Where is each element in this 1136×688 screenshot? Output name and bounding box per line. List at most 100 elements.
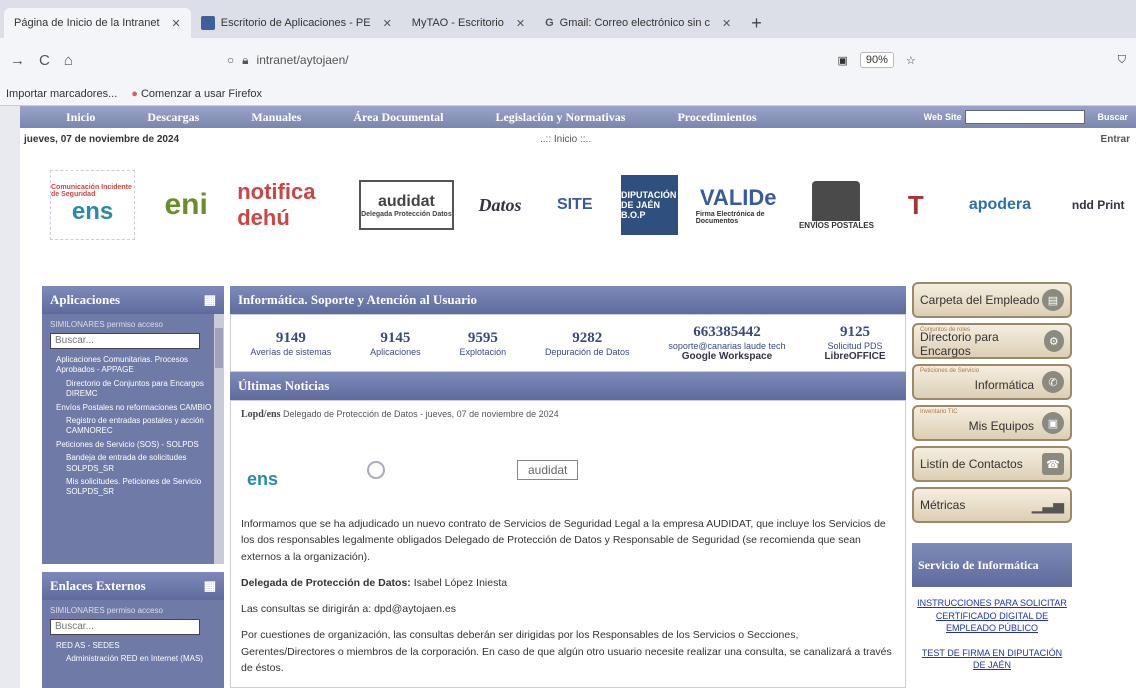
bookmark-star-icon[interactable]: ☆ [906,54,916,67]
support-icon: ✆ [1042,371,1064,393]
enlaces-search-input[interactable]: Buscar... [50,619,200,635]
apps-scrollbar[interactable] [214,314,224,564]
left-sidebar: Aplicaciones ▦ SIMILONARES permiso acces… [42,286,224,688]
tree-item[interactable]: Directorio de Conjuntos para Encargos DI… [66,379,218,400]
directorio-encargos-button[interactable]: Conjuntos de roles Directorio para Encar… [912,323,1072,359]
favicon-icon [200,16,215,30]
stat-aplicaciones[interactable]: 9145 Aplicaciones [370,330,421,357]
home-icon[interactable]: ⌂ [64,52,73,69]
pocket-icon[interactable]: ⛉ [1118,54,1126,67]
right-column: Carpeta del Empleado ▤ Conjuntos de role… [912,282,1082,688]
shield-icon: ○ [226,53,235,67]
certificado-digital-link[interactable]: INSTRUCCIONES PARA SOLICITAR CERTIFICADO… [916,597,1068,635]
eni-logo[interactable]: eni [153,188,219,222]
tab-label: Escritorio de Aplicaciones - PE [220,17,371,29]
tree-item[interactable]: Bandeja de entrada de solicitudes SOLPDS… [66,453,218,474]
menu-item-procedimientos[interactable]: Procedimientos [651,110,782,125]
close-icon[interactable]: ✕ [722,17,731,30]
menu-item-area-documental[interactable]: Área Documental [327,110,469,125]
browser-nav-bar: → C ⌂ ○ 🔒︎ intranet/aytojaen/ ▣ 90% ☆ ⛉ [0,38,1136,82]
site-logo[interactable]: SITE [546,196,603,214]
rss-icon[interactable]: ▦ [204,578,216,594]
news-byline: Delegado de Protección de Datos - jueves… [282,409,559,419]
reader-view-icon[interactable]: ▣ [837,54,847,67]
menu-item-inicio[interactable]: Inicio [40,110,121,125]
inicio-link[interactable]: ..:: Inicio ::.. [540,134,591,145]
enlaces-label: SIMILONARES permiso acceso [50,606,163,615]
representantes-logo[interactable]: T [892,190,939,221]
apodera-logo[interactable]: apodera [957,196,1042,214]
tab-label: Gmail: Correo electrónico sin c [559,17,711,29]
carpeta-empleado-button[interactable]: Carpeta del Empleado ▤ [912,282,1072,318]
close-icon[interactable]: ✕ [383,17,392,30]
google-icon: G [545,17,554,29]
news-logos: ens audidat [247,450,895,490]
stat-google-workspace[interactable]: 663385442 soporte@canarias laude tech Go… [668,324,785,362]
tree-item[interactable]: RED AS - SEDES [56,641,218,651]
valide-logo[interactable]: VALIDe Firma Electrónica de Documentos [696,185,781,225]
tab-gmail[interactable]: G Gmail: Correo electrónico sin c ✕ [535,8,741,38]
tree-item[interactable]: Aplicaciones Comunitarias. Procesos Apro… [56,355,218,376]
metricas-button[interactable]: Métricas ▁▃▅ [912,487,1072,523]
tab-label: Página de Inicio de la Intranet [14,17,160,29]
equipment-icon: ▣ [1042,412,1064,434]
stat-libreoffice[interactable]: 9125 Solicitud PDS LibreOFFICE [824,324,885,362]
site-search-input[interactable] [965,110,1086,124]
url-bar[interactable]: ○ 🔒︎ intranet/aytojaen/ [227,45,824,75]
news-header: Últimas Noticias [230,372,906,400]
tree-item[interactable]: Envíos Postales no reformaciones CAMBIO [56,403,218,413]
bookmark-import[interactable]: Importar marcadores... [6,88,117,100]
dehu-logo[interactable]: notifica dehú [237,179,341,231]
scroll-thumb[interactable] [215,328,223,368]
apps-panel-header: Aplicaciones ▦ [42,286,224,314]
login-link[interactable]: Entrar [1101,134,1130,145]
news-contact: Las consultas se dirigirán a: dpd@aytoja… [241,603,456,616]
bop-logo[interactable]: DIPUTACIÓN DE JAÉN B.O.P [621,175,678,235]
stat-averias[interactable]: 9149 Averías de sistemas [250,330,331,357]
search-scope-radios[interactable]: Web Site [924,112,962,122]
tree-item[interactable]: Registro de entradas postales y acción C… [66,416,218,437]
close-icon[interactable]: ✕ [516,17,525,30]
new-tab-button[interactable]: + [741,8,772,38]
firefox-icon: ● [131,87,138,100]
menu-item-descargas[interactable]: Descargas [121,110,225,125]
test-firma-link[interactable]: TEST DE FIRMA EN DIPUTACIÓN DE JAÉN [916,647,1068,672]
back-arrow-icon[interactable]: → [10,52,25,69]
bookmark-firefox[interactable]: ● Comenzar a usar Firefox [131,88,262,100]
audidat-logo[interactable]: audidat Delegada Protección Datos [359,180,454,230]
search-button[interactable]: Buscar [1089,112,1136,122]
ens-logo[interactable]: Comunicación Incidente de Seguridad ens [50,170,136,240]
news-article: Lopd/ens Delegado de Protección de Datos… [230,400,906,688]
support-header: Informática. Soporte y Atención al Usuar… [230,286,906,314]
stat-depuracion[interactable]: 9282 Depuración de Datos [545,330,630,357]
listin-contactos-button[interactable]: Listín de Contactos ☎ [912,446,1072,482]
tab-intranet[interactable]: Página de Inicio de la Intranet ✕ [4,8,191,38]
enlaces-panel: SIMILONARES permiso acceso Buscar... RED… [42,600,224,688]
menu-item-manuales[interactable]: Manuales [225,110,327,125]
menu-item-legislacion[interactable]: Legislación y Normativas [469,110,651,125]
close-icon[interactable]: ✕ [172,17,181,30]
apps-panel: SIMILONARES permiso acceso Buscar... Apl… [42,314,224,564]
apps-label: SIMILONARES permiso acceso [50,320,163,329]
apps-search-input[interactable]: Buscar... [50,333,200,349]
tab-mytao[interactable]: MyTAO - Escritorio ✕ [402,8,535,38]
enlaces-title: Enlaces Externos [50,578,146,593]
tree-item[interactable]: Mis solicitudes. Peticiones de Servicio … [66,477,218,498]
ndd-print-logo[interactable]: ndd Print [1060,198,1136,212]
reload-icon[interactable]: C [39,52,50,69]
tab-escritorio[interactable]: Escritorio de Aplicaciones - PE ✕ [191,8,402,38]
datos-logo[interactable]: Datos [472,195,529,216]
informatica-button[interactable]: Peticiones de Servicio Informática ✆ [912,364,1072,400]
support-stats: 9149 Averías de sistemas 9145 Aplicacion… [230,314,906,372]
news-dpd: Delegada de Protección de Datos: Isabel … [241,576,508,589]
envios-postales-logo[interactable]: ENVÍOS POSTALES [799,170,875,240]
tree-item[interactable]: Administración RED en Internet (MAS) [66,654,218,664]
zoom-indicator[interactable]: 90% [859,52,894,68]
rss-icon[interactable]: ▦ [204,292,216,308]
tree-item[interactable]: Peticiones de Servicio (SOS) - SOLPDS [56,440,218,450]
stat-explotacion[interactable]: 9595 Explotación [460,330,507,357]
mis-equipos-button[interactable]: Inventario TIC Mis Equipos ▣ [912,405,1072,441]
folder-icon: ▤ [1042,289,1064,311]
news-source[interactable]: Lopd/ens [241,409,280,420]
apps-title: Aplicaciones [50,292,121,307]
